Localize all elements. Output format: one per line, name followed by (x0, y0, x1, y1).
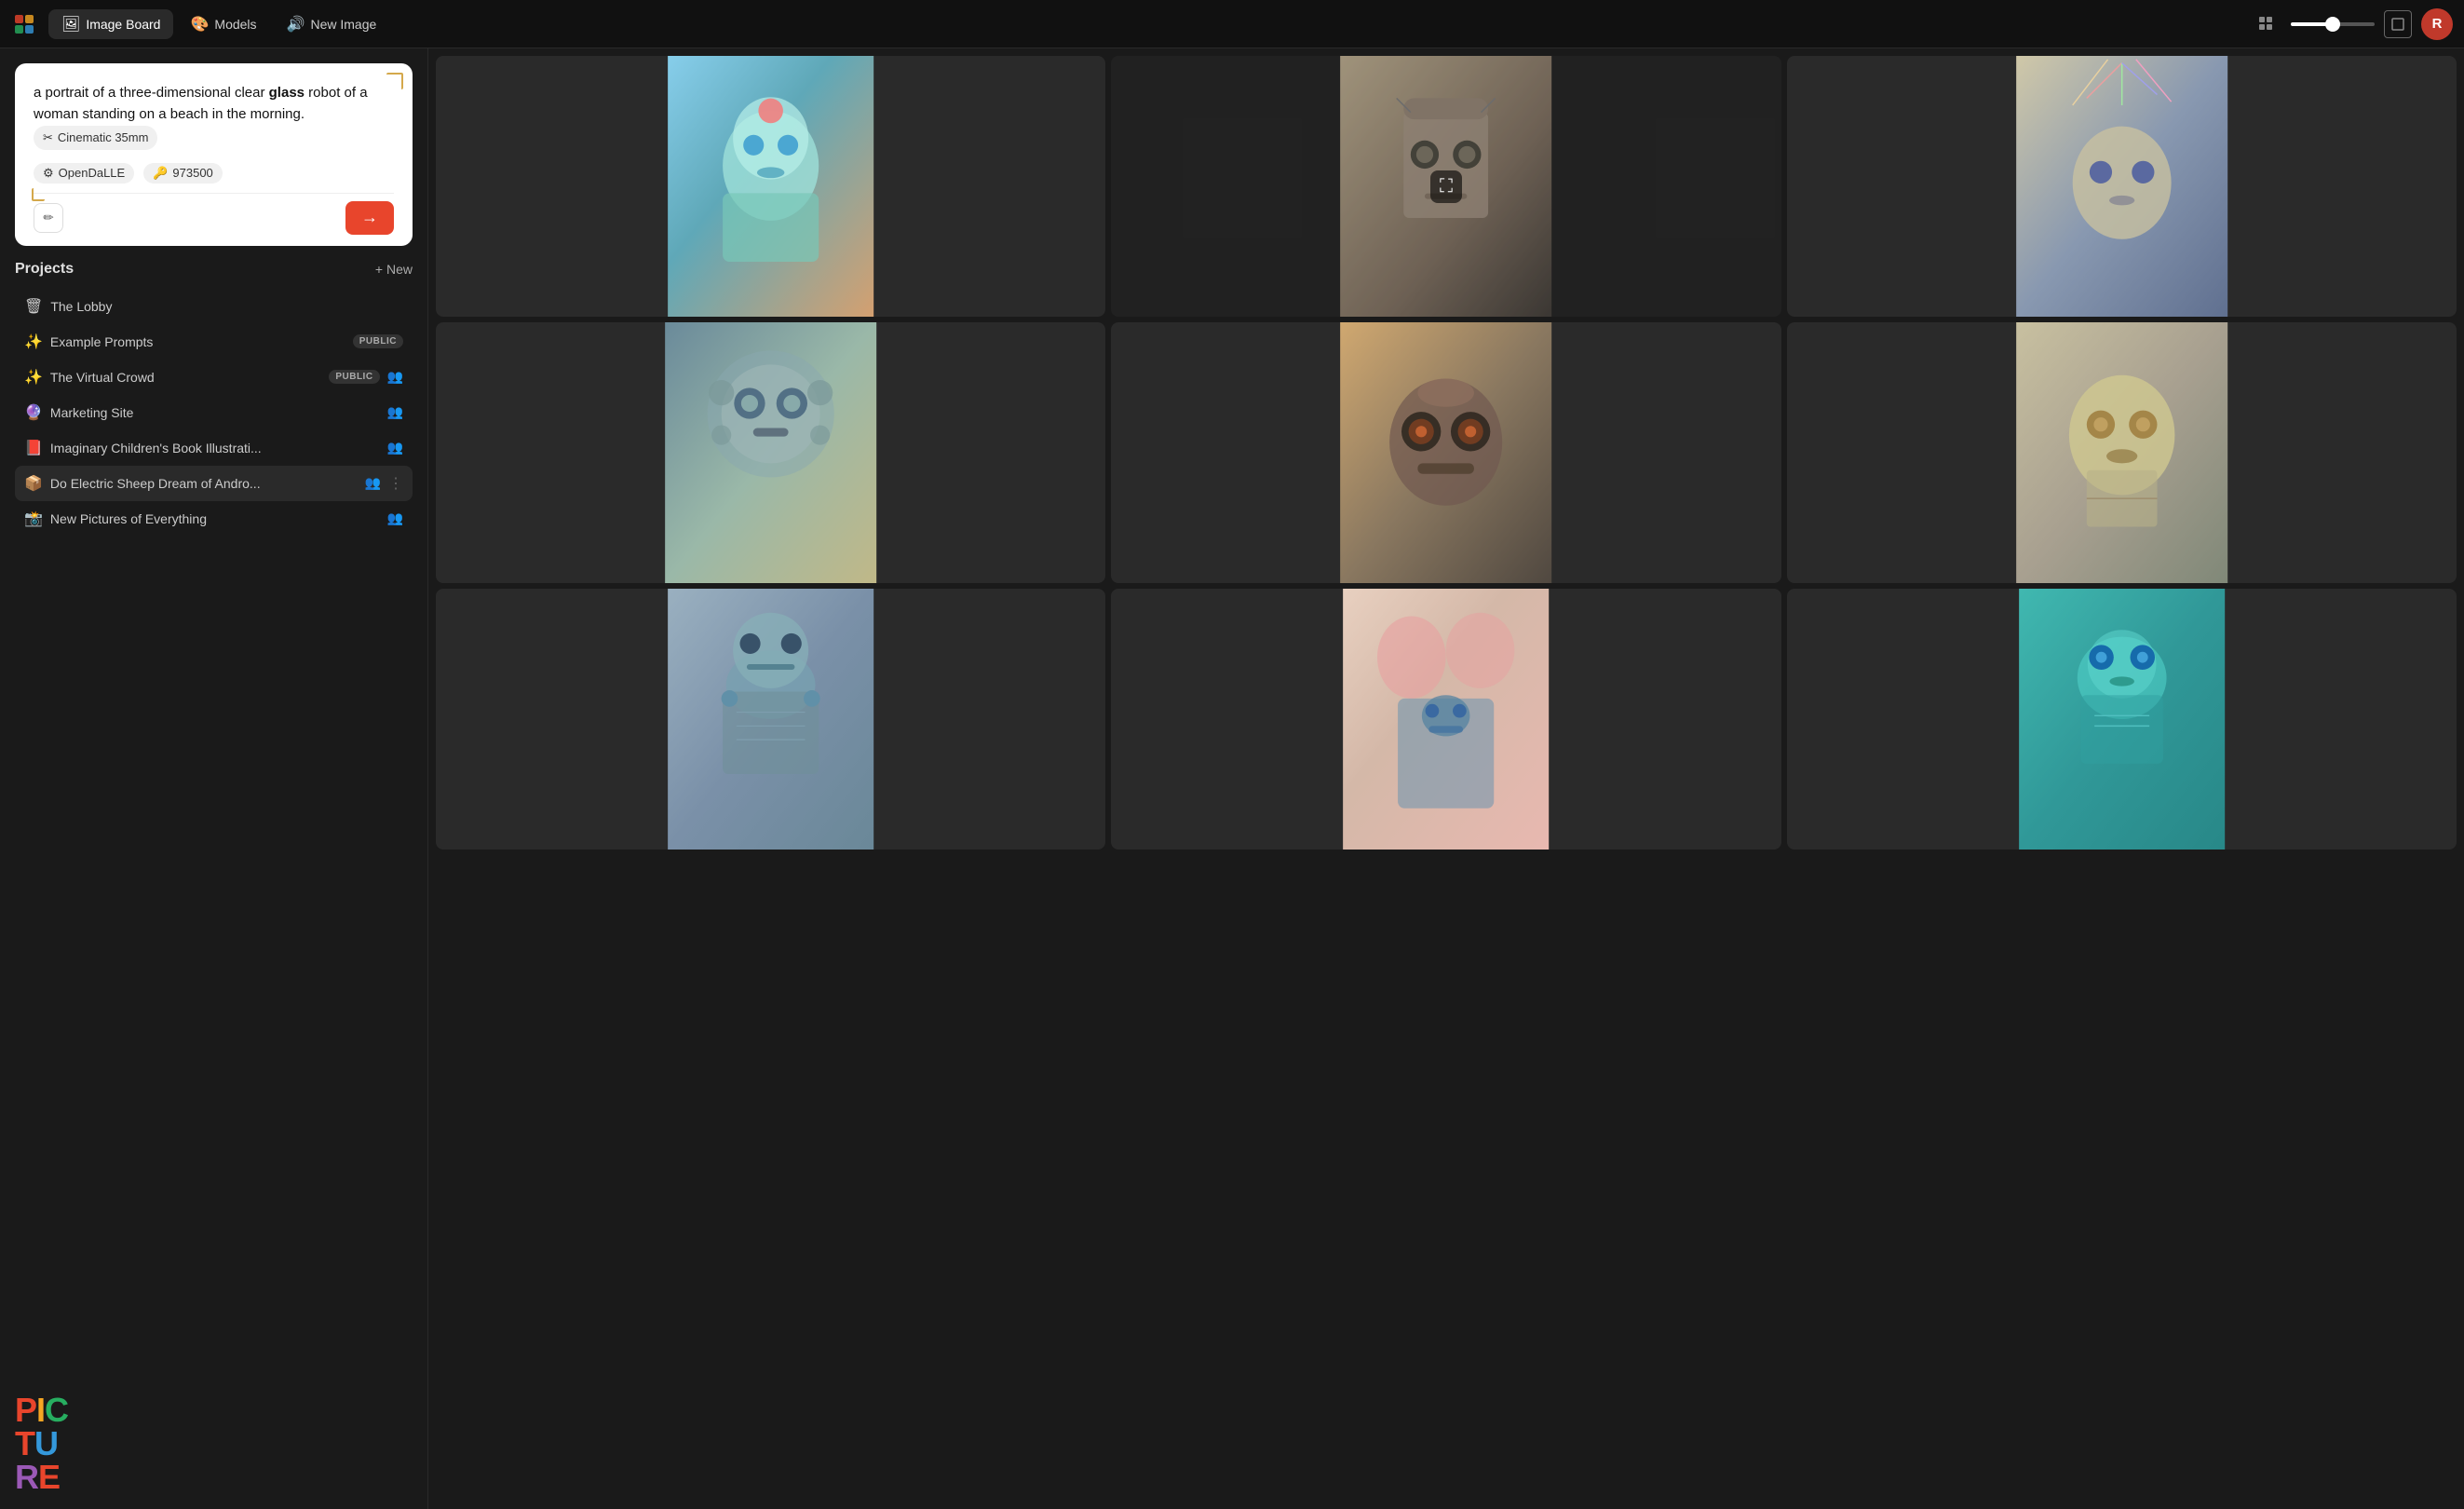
public-badge: PUBLIC (329, 370, 379, 384)
style-badge: ✂ Cinematic 35mm (34, 126, 157, 150)
zoom-slider[interactable] (2291, 22, 2375, 26)
projects-title: Projects (15, 261, 74, 278)
square-view-button[interactable] (2384, 10, 2412, 38)
project-item-virtual-crowd[interactable]: ✨ The Virtual Crowd PUBLIC 👥 (15, 360, 413, 395)
arrow-right-icon: → (361, 208, 378, 227)
image-cell-3[interactable] (1787, 56, 2457, 317)
image-cell-2[interactable]: ⛶ (1111, 56, 1780, 317)
style-icon: ✂ (43, 129, 53, 147)
sidebar: a portrait of a three-dimensional clear … (0, 48, 428, 1509)
tab-models-label: Models (214, 17, 256, 32)
new-project-button[interactable]: + New (375, 262, 413, 277)
image-cell-6[interactable] (1787, 322, 2457, 583)
project-name: Example Prompts (50, 334, 345, 349)
tab-new-image[interactable]: 🔊 New Image (274, 9, 390, 39)
people-icon: 👥 (387, 510, 403, 526)
model-badge: ⚙ OpenDaLLE (34, 163, 134, 184)
model-icon: ⚙ (43, 166, 54, 181)
projects-header: Projects + New (15, 261, 413, 278)
prompt-meta: ⚙ OpenDaLLE 🔑 973500 (34, 163, 394, 184)
seed-icon: 🔑 (153, 166, 168, 181)
project-name: Do Electric Sheep Dream of Andro... (50, 476, 358, 491)
public-badge: PUBLIC (353, 334, 403, 348)
people-icon: 👥 (387, 369, 403, 385)
image-cell-8[interactable] (1111, 589, 1780, 850)
topbar-right: R (2252, 8, 2453, 40)
sidebar-logo: PIC TU RE (0, 1379, 427, 1509)
logo: PIC TU RE (15, 1393, 68, 1494)
topbar: 🖼 Image Board 🎨 Models 🔊 New Image R (0, 0, 2464, 48)
tab-models[interactable]: 🎨 Models (177, 9, 269, 39)
project-icon: ✨ (24, 368, 43, 387)
seed-badge: 🔑 973500 (143, 163, 223, 184)
project-name: Imaginary Children's Book Illustrati... (50, 441, 380, 455)
projects-section: Projects + New 🗑 The Lobby ✨ Example Prompt… (0, 246, 427, 1379)
people-icon: 👥 (387, 440, 403, 455)
project-name: Marketing Site (50, 405, 380, 420)
image-cell-7[interactable] (436, 589, 1105, 850)
project-item-electric-sheep[interactable]: 📦 Do Electric Sheep Dream of Andro... 👥 ⋮ (15, 466, 413, 501)
prompt-actions: ✏ → (34, 193, 394, 235)
expand-icon: ⛶ (1430, 170, 1462, 203)
grid-view-button[interactable] (2252, 9, 2281, 39)
project-name: The Lobby (50, 299, 403, 314)
edit-prompt-button[interactable]: ✏ (34, 203, 63, 233)
edit-icon: ✏ (43, 211, 53, 225)
project-item-marketing[interactable]: 🔮 Marketing Site 👥 (15, 395, 413, 430)
tab-image-board[interactable]: 🖼 Image Board (48, 9, 173, 39)
project-name: New Pictures of Everything (50, 511, 380, 526)
image-cell-4[interactable] (436, 322, 1105, 583)
image-overlay-2: ⛶ (1111, 56, 1780, 317)
project-icon: ✨ (24, 333, 43, 351)
image-grid-area: ⛶ (428, 48, 2464, 1509)
people-icon: 👥 (365, 475, 381, 491)
project-icon: 🔮 (24, 403, 43, 422)
image-cell-5[interactable] (1111, 322, 1780, 583)
main-layout: a portrait of a three-dimensional clear … (0, 48, 2464, 1509)
tab-new-image-label: New Image (310, 17, 376, 32)
project-icon: 📦 (24, 474, 43, 493)
project-icon: 📕 (24, 439, 43, 457)
corner-decoration-bl (32, 188, 45, 201)
project-item-example[interactable]: ✨ Example Prompts PUBLIC (15, 324, 413, 360)
projects-list: 🗑 The Lobby ✨ Example Prompts PUBLIC ✨ The Vir… (15, 289, 413, 537)
project-icon: 📸 (24, 510, 43, 528)
go-button[interactable]: → (345, 201, 394, 235)
more-options-icon[interactable]: ⋮ (388, 474, 403, 493)
image-board-icon: 🖼 (61, 15, 80, 34)
project-icon: 🗑 (24, 297, 43, 316)
image-cell-9[interactable] (1787, 589, 2457, 850)
tab-image-board-label: Image Board (86, 17, 160, 32)
models-icon: 🎨 (190, 15, 209, 34)
image-grid: ⛶ (436, 56, 2457, 850)
project-item-imaginary-book[interactable]: 📕 Imaginary Children's Book Illustrati...… (15, 430, 413, 466)
corner-decoration-tr (386, 73, 403, 89)
new-image-icon: 🔊 (287, 15, 305, 34)
app-logo (11, 11, 37, 37)
prompt-card: a portrait of a three-dimensional clear … (15, 63, 413, 246)
project-name: The Virtual Crowd (50, 370, 321, 385)
image-cell-1[interactable] (436, 56, 1105, 317)
prompt-text: a portrait of a three-dimensional clear … (34, 82, 394, 150)
project-item-lobby[interactable]: 🗑 The Lobby (15, 289, 413, 324)
project-item-another[interactable]: 📸 New Pictures of Everything 👥 (15, 501, 413, 537)
people-icon: 👥 (387, 404, 403, 420)
user-avatar[interactable]: R (2421, 8, 2453, 40)
